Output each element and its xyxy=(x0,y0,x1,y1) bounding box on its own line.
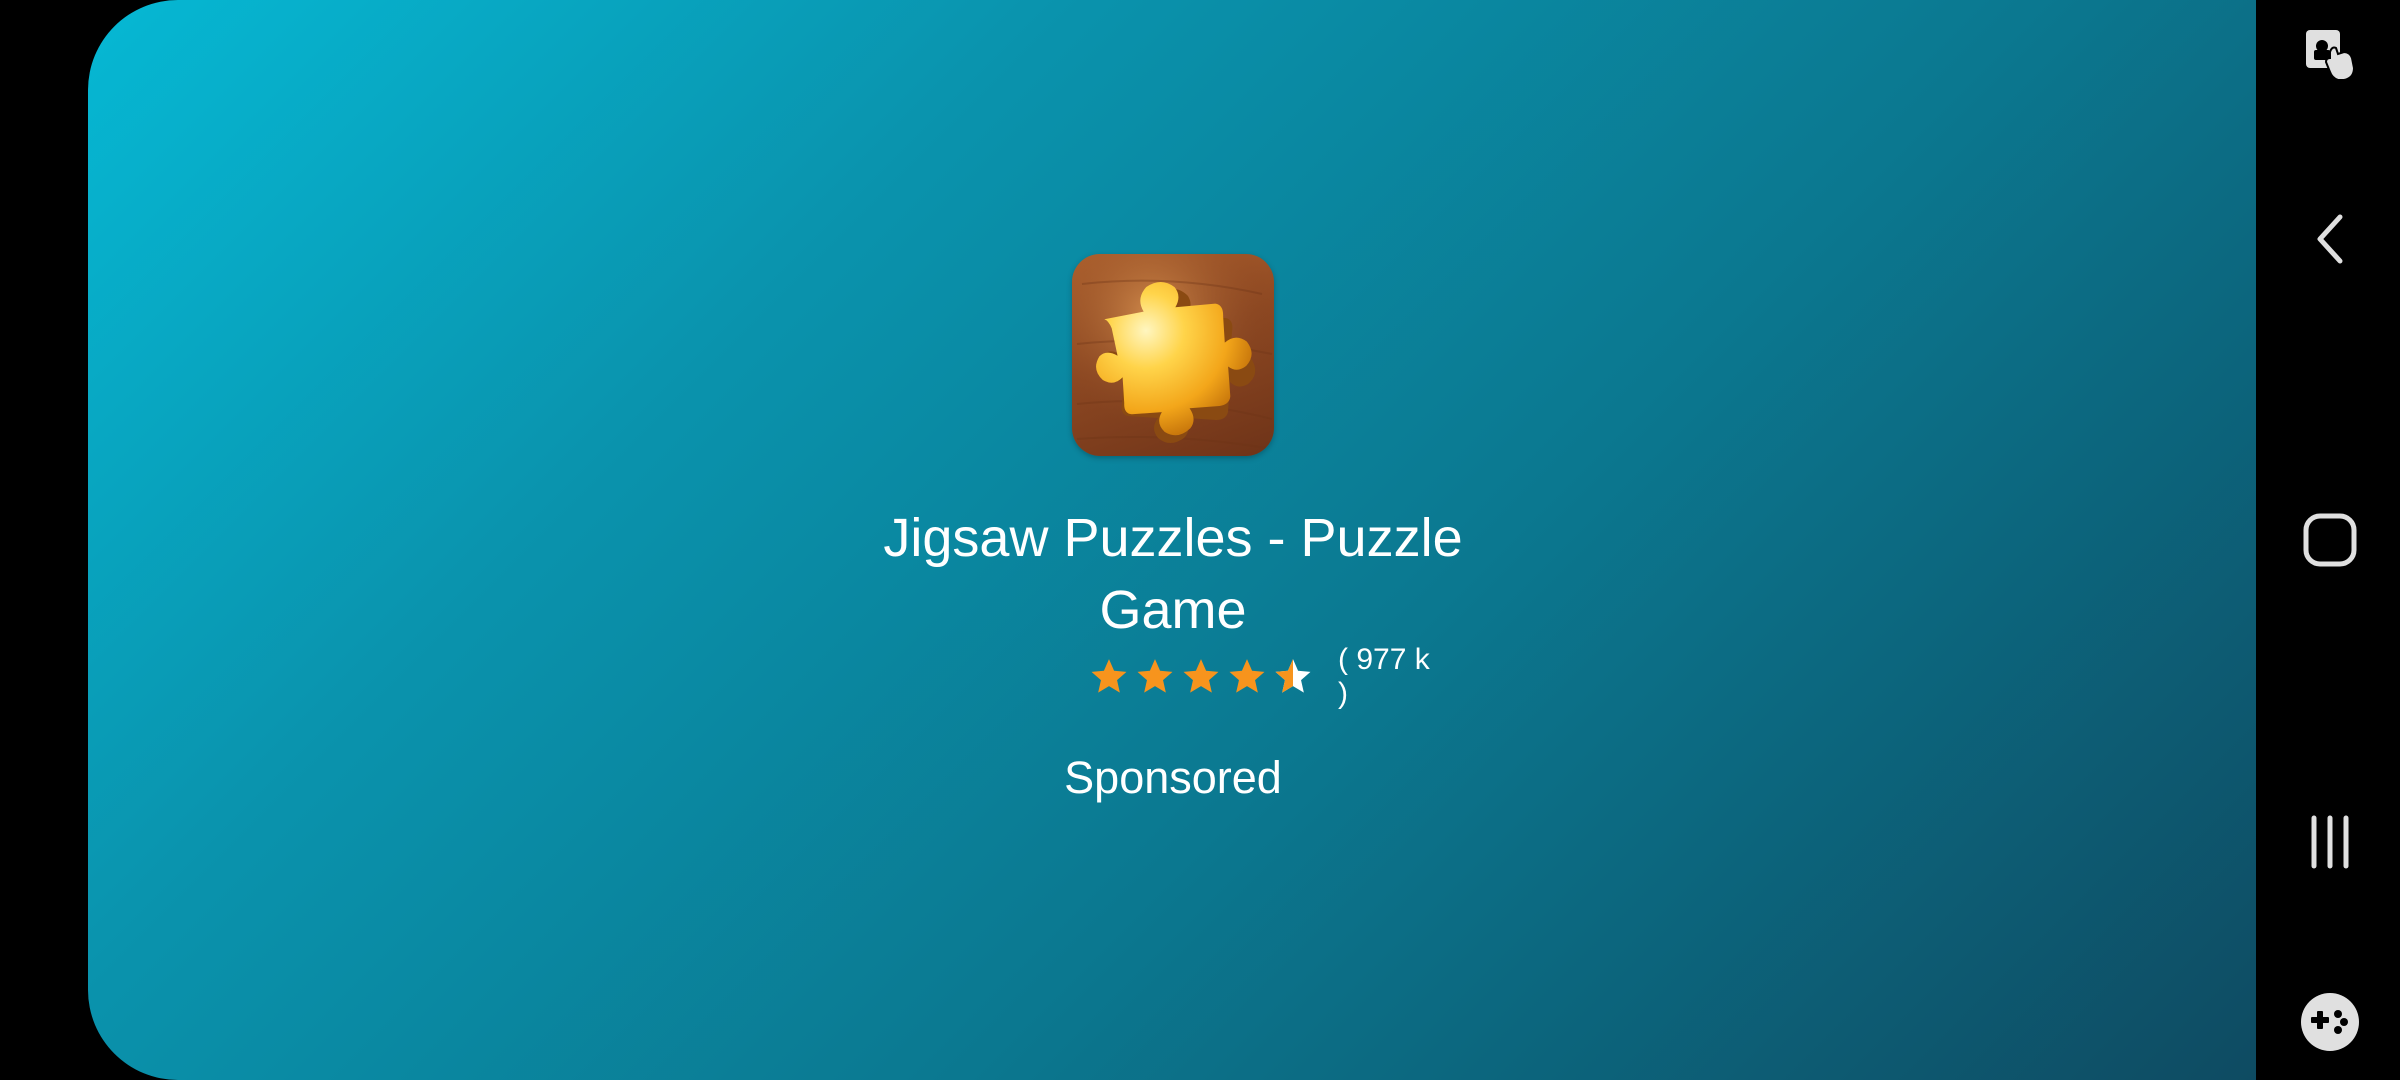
back-button[interactable] xyxy=(2296,205,2364,273)
rating-count: ( 977 k ) xyxy=(1338,643,1430,710)
recent-apps-button[interactable] xyxy=(2296,808,2364,876)
ad-panel[interactable]: Jigsaw Puzzles - Puzzle Game ( 977 k ) S… xyxy=(88,0,2256,1080)
sponsored-label: Sponsored xyxy=(1064,752,1282,803)
app-title[interactable]: Jigsaw Puzzles - Puzzle Game xyxy=(858,502,1488,646)
game-booster-button[interactable] xyxy=(2296,988,2364,1056)
screen: Jigsaw Puzzles - Puzzle Game ( 977 k ) S… xyxy=(0,0,2400,1080)
star-icon xyxy=(1137,659,1173,693)
rating-row: ( 977 k ) xyxy=(1088,643,1448,710)
home-button[interactable] xyxy=(2296,506,2364,574)
recent-apps-icon xyxy=(2311,815,2349,869)
touch-lock-icon xyxy=(2306,30,2356,81)
touch-lock-button[interactable] xyxy=(2296,20,2364,88)
star-icon xyxy=(1229,659,1265,693)
jigsaw-puzzle-piece-icon[interactable] xyxy=(1072,254,1274,456)
home-icon xyxy=(2303,513,2357,567)
rating-stars xyxy=(1088,656,1318,698)
star-icon xyxy=(1091,659,1127,693)
game-booster-icon xyxy=(2301,993,2359,1051)
half-star-icon xyxy=(1275,659,1311,693)
back-icon xyxy=(2317,214,2343,264)
star-icon xyxy=(1183,659,1219,693)
